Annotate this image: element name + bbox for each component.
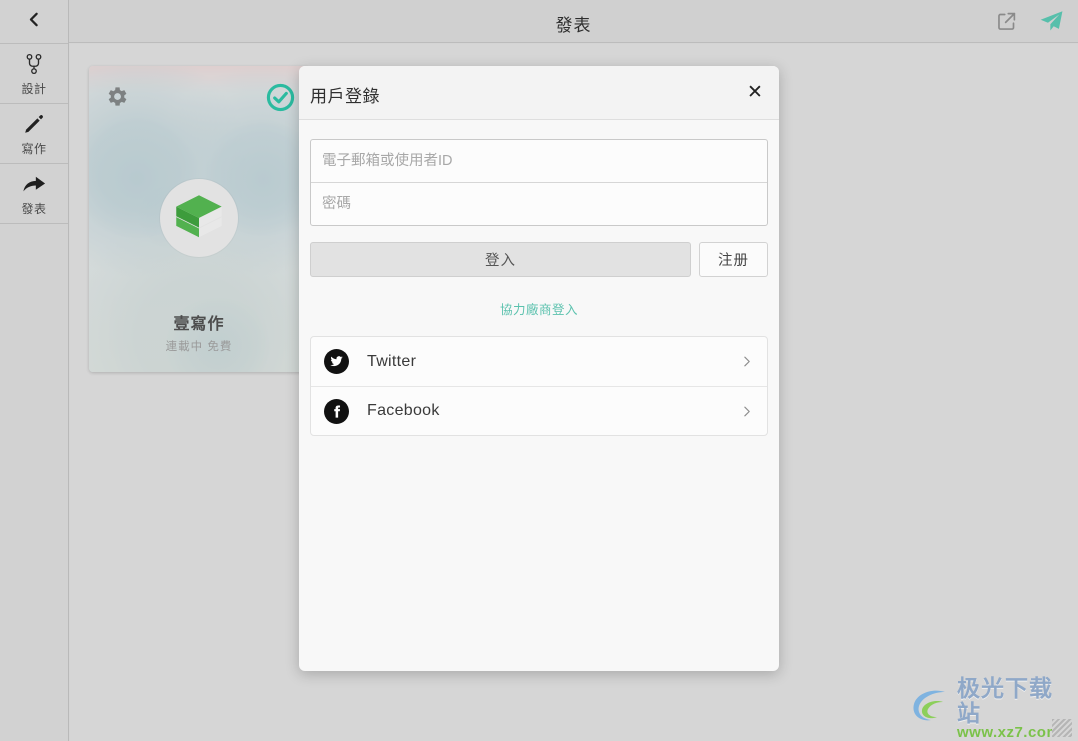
back-button[interactable] xyxy=(0,0,68,44)
sidebar-item-label: 發表 xyxy=(21,201,47,216)
green-book-logo xyxy=(160,179,238,257)
sidebar-item-label: 寫作 xyxy=(21,141,47,156)
check-circle-icon xyxy=(266,83,295,117)
sidebar-item-publish[interactable]: 發表 xyxy=(0,164,68,224)
sidebar-item-label: 設計 xyxy=(21,81,47,96)
sidebar-item-design[interactable]: 設計 xyxy=(0,44,68,104)
close-icon[interactable]: ✕ xyxy=(742,79,768,105)
twitter-icon xyxy=(324,349,349,374)
register-button[interactable]: 注册 xyxy=(699,242,768,277)
credentials-group xyxy=(310,139,768,226)
book-card[interactable]: 壹寫作 連載中 免費 xyxy=(89,66,309,372)
facebook-icon xyxy=(324,398,349,424)
chevron-left-icon xyxy=(26,11,43,33)
top-bar: 發表 xyxy=(69,0,1078,43)
provider-label: Twitter xyxy=(367,352,417,370)
pencil-icon xyxy=(23,111,45,137)
page-title: 發表 xyxy=(555,16,592,35)
send-icon[interactable] xyxy=(1039,9,1064,34)
export-icon[interactable] xyxy=(996,11,1017,32)
left-sidebar: 設計 寫作 發表 xyxy=(0,0,69,741)
book-status: 連載中 免費 xyxy=(165,341,233,353)
provider-label: Facebook xyxy=(367,402,440,419)
provider-row-facebook[interactable]: Facebook xyxy=(311,386,767,435)
login-dialog: 用戶登錄 ✕ 登入 注册 協力廠商登入 Twitter xyxy=(299,66,779,671)
account-input[interactable] xyxy=(311,140,767,182)
share-arrow-icon xyxy=(22,171,46,197)
branch-icon xyxy=(25,51,43,77)
chevron-right-icon xyxy=(740,403,753,420)
dialog-header: 用戶登錄 ✕ xyxy=(299,66,779,120)
third-party-login-link[interactable]: 協力廠商登入 xyxy=(310,299,768,318)
top-bar-actions xyxy=(996,9,1064,34)
login-button[interactable]: 登入 xyxy=(310,242,691,277)
dialog-title: 用戶登錄 xyxy=(310,87,380,106)
auth-button-row: 登入 注册 xyxy=(310,242,768,277)
sidebar-item-write[interactable]: 寫作 xyxy=(0,104,68,164)
provider-list: Twitter Facebook xyxy=(310,336,768,436)
gear-icon[interactable] xyxy=(104,84,129,114)
chevron-right-icon xyxy=(740,353,753,370)
provider-row-twitter[interactable]: Twitter xyxy=(311,337,767,386)
book-title: 壹寫作 xyxy=(173,316,225,333)
password-input[interactable] xyxy=(311,183,767,225)
dialog-body: 登入 注册 協力廠商登入 Twitter xyxy=(299,120,779,436)
